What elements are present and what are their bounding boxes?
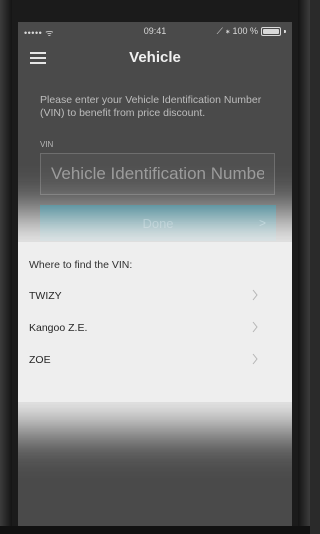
done-button[interactable]: Done > [40, 205, 276, 241]
list-item-label: ZOE [29, 354, 51, 366]
device-bottom-edge [0, 526, 310, 534]
page-title: Vehicle [129, 49, 181, 66]
battery-text: ⟋ ∗ 100 % [216, 26, 258, 36]
chevron-right-icon [252, 353, 258, 365]
find-vin-title: Where to find the VIN: [29, 259, 133, 271]
device-left-edge [0, 0, 12, 534]
list-item-label: Kangoo Z.E. [29, 322, 88, 334]
vin-input[interactable] [40, 153, 275, 195]
app-screen: ••••• ᯤ 09:41 ⟋ ∗ 100 % Vehicle Please e… [18, 22, 292, 526]
chevron-right-icon: > [258, 216, 266, 230]
vin-label: VIN [40, 140, 54, 149]
find-vin-panel: Where to find the VIN: TWIZY Kangoo Z.E.… [18, 242, 292, 402]
list-item-zoe[interactable]: ZOE [29, 353, 259, 374]
list-item-kangoo[interactable]: Kangoo Z.E. [29, 321, 259, 342]
chevron-right-icon [252, 289, 258, 301]
device-right-edge [298, 0, 310, 534]
battery-nub-icon [284, 30, 286, 33]
nav-bar: Vehicle [18, 40, 292, 76]
list-item-label: TWIZY [29, 290, 62, 302]
list-item-twizy[interactable]: TWIZY [29, 289, 259, 310]
vin-intro-text: Please enter your Vehicle Identification… [40, 94, 262, 119]
battery-icon [261, 27, 281, 36]
done-button-label: Done [142, 215, 174, 231]
battery-area: ⟋ ∗ 100 % [217, 26, 286, 37]
phone-device: ••••• ᯤ 09:41 ⟋ ∗ 100 % Vehicle Please e… [0, 0, 310, 534]
chevron-right-icon [252, 321, 258, 333]
status-bar: ••••• ᯤ 09:41 ⟋ ∗ 100 % [18, 22, 292, 40]
